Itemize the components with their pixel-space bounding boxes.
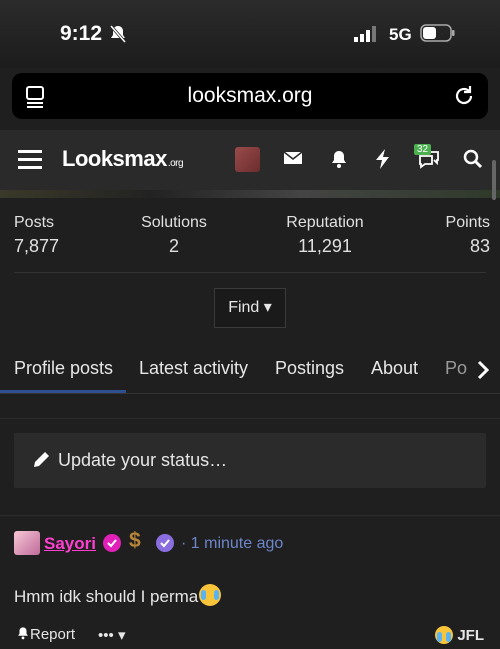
stats-divider: [14, 272, 486, 273]
page-scrollbar[interactable]: [492, 160, 496, 200]
stat-label: Reputation: [286, 214, 364, 231]
section-divider: [0, 515, 500, 516]
logo-text: Looksmax: [62, 146, 167, 171]
url-text[interactable]: looksmax.org: [12, 84, 488, 108]
post-text: Hmm idk should I perma: [14, 587, 199, 606]
post-timestamp[interactable]: · 1 minute ago: [181, 535, 283, 553]
crying-laughing-emoji-icon: [199, 584, 222, 606]
ellipsis-icon: •••: [98, 627, 114, 644]
reaction-summary[interactable]: JFL: [434, 626, 484, 644]
report-link[interactable]: Report: [16, 626, 75, 643]
post-time-text[interactable]: 1 minute ago: [191, 535, 284, 552]
battery-icon: [420, 24, 456, 47]
stat-value: 7,877: [14, 236, 60, 256]
site-header: Looksmax.org 32: [0, 130, 500, 190]
address-bar[interactable]: looksmax.org: [12, 73, 488, 119]
report-label: Report: [30, 626, 76, 643]
search-icon[interactable]: [463, 149, 483, 174]
ios-status-bar: 9:12 5G: [0, 0, 500, 68]
member-stats: Posts 7,877 Solutions 2 Reputation 11,29…: [0, 198, 500, 272]
tab-latest-activity[interactable]: Latest activity: [139, 358, 248, 379]
verified-badge-icon: [102, 533, 122, 558]
caret-down-icon: ▾: [117, 627, 126, 644]
account-avatar[interactable]: [235, 147, 260, 172]
profile-banner: [0, 190, 500, 198]
tab-postings[interactable]: Postings: [275, 358, 344, 379]
stat-label: Posts: [14, 214, 55, 231]
stat-value: 11,291: [298, 236, 352, 256]
bell-icon: [18, 627, 28, 640]
network-type: 5G: [389, 25, 412, 44]
stat-solutions[interactable]: Solutions 2: [134, 214, 214, 257]
stat-label: Solutions: [141, 214, 207, 231]
stat-points[interactable]: Points 83: [440, 214, 490, 257]
tab-profile-posts[interactable]: Profile posts: [14, 358, 113, 379]
dollar-badge-icon: $: [129, 529, 141, 552]
more-actions-button[interactable]: ••• ▾: [98, 626, 125, 644]
pencil-icon: [31, 450, 51, 475]
separator-dot: ·: [181, 535, 187, 552]
site-logo[interactable]: Looksmax.org: [62, 146, 184, 172]
update-status-box[interactable]: Update your status…: [14, 433, 486, 488]
reload-icon[interactable]: [452, 84, 476, 113]
section-divider: [0, 418, 500, 419]
chevron-right-icon[interactable]: [476, 360, 490, 385]
crying-laughing-emoji-icon: [435, 626, 454, 644]
caret-down-icon: ▾: [263, 299, 272, 316]
cell-signal-icon: [354, 26, 378, 47]
conversations-badge: 32: [414, 144, 432, 155]
post-body: Hmm idk should I perma: [14, 584, 222, 607]
tab-about[interactable]: About: [371, 358, 418, 379]
reaction-user[interactable]: JFL: [457, 627, 484, 644]
stat-value: 2: [168, 236, 179, 256]
stat-value: 83: [469, 236, 490, 256]
lightning-icon[interactable]: [375, 149, 391, 174]
menu-icon[interactable]: [18, 149, 42, 176]
update-status-placeholder[interactable]: Update your status…: [58, 450, 227, 471]
verified-check-icon: [155, 533, 175, 558]
bell-icon[interactable]: [329, 149, 349, 174]
poster-avatar[interactable]: [14, 531, 40, 555]
tab-overflow[interactable]: Po: [445, 358, 467, 379]
profile-tabs: Profile posts Latest activity Postings A…: [0, 345, 500, 393]
find-button[interactable]: Find ▾: [214, 288, 286, 328]
stat-reputation[interactable]: Reputation 11,291: [280, 214, 370, 257]
post-actions: Report ••• ▾ JFL: [0, 624, 500, 649]
stat-label: Points: [445, 214, 490, 231]
envelope-icon[interactable]: [283, 149, 303, 172]
tabs-border: [0, 393, 500, 394]
clock-time: 9:12: [60, 22, 103, 45]
silent-mode-icon: [108, 24, 128, 49]
stat-posts[interactable]: Posts 7,877: [14, 214, 59, 257]
find-label: Find: [228, 299, 260, 316]
logo-suffix: .org: [167, 158, 184, 169]
poster-username[interactable]: Sayori: [44, 534, 96, 554]
